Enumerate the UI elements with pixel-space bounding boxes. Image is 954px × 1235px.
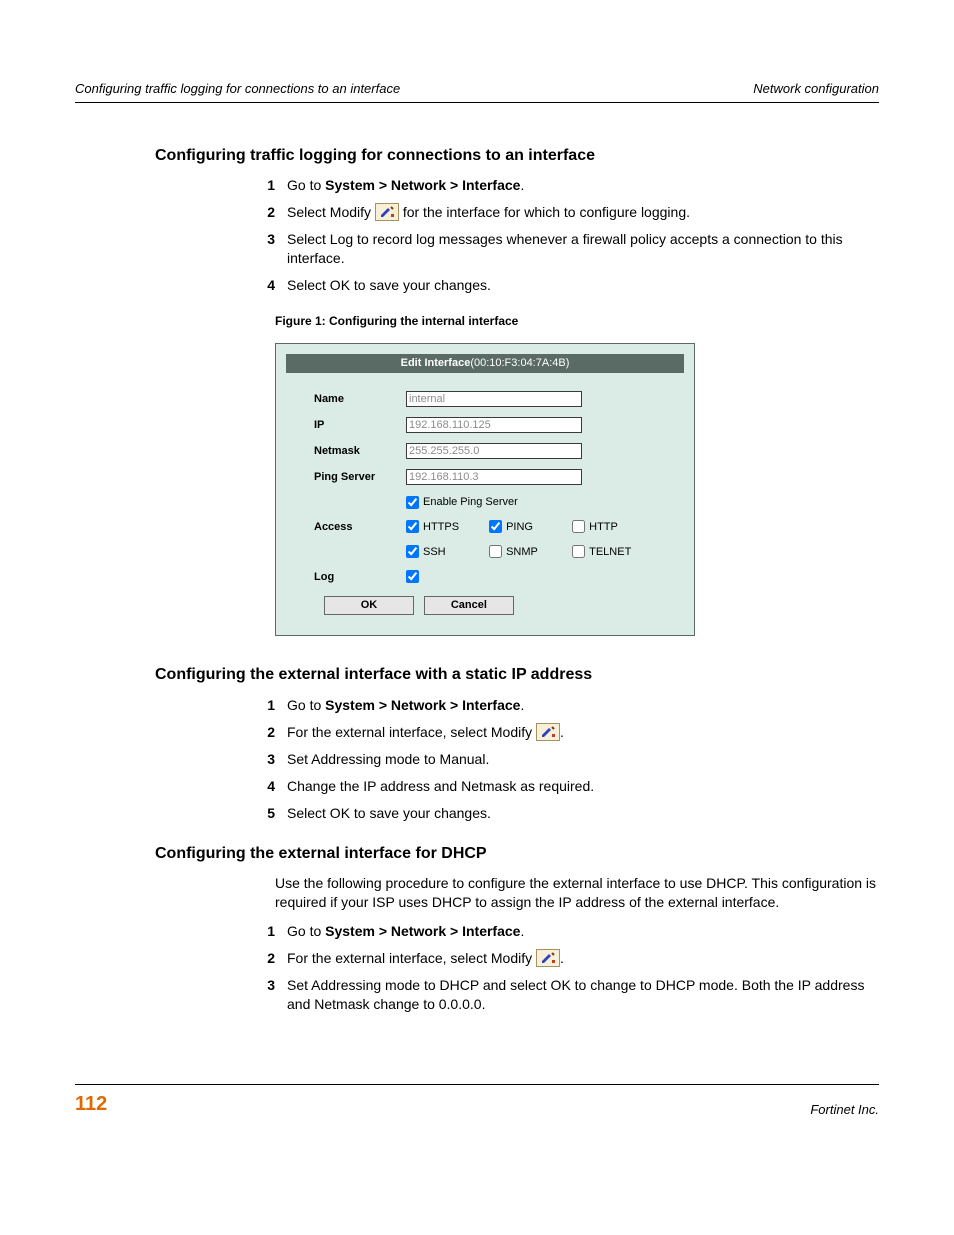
modify-icon <box>536 723 560 741</box>
running-header-right: Network configuration <box>753 80 879 98</box>
step: 1 Go to System > Network > Interface. <box>245 176 879 195</box>
label-name: Name <box>314 392 406 407</box>
step-number: 2 <box>245 949 287 968</box>
step-number: 4 <box>245 777 287 796</box>
snmp-checkbox[interactable] <box>489 545 502 558</box>
ping-checkbox[interactable] <box>489 520 502 533</box>
step-number: 2 <box>245 723 287 742</box>
step-body: Select Modify for the interface for whic… <box>287 203 879 222</box>
log-checkbox[interactable] <box>406 570 419 583</box>
page-number: 112 <box>75 1091 107 1118</box>
step-number: 1 <box>245 922 287 941</box>
step-list-1: 1 Go to System > Network > Interface. 2 … <box>245 176 879 295</box>
section-title-static-ip: Configuring the external interface with … <box>155 664 879 686</box>
nav-path: System > Network > Interface <box>325 177 520 193</box>
telnet-checkbox[interactable] <box>572 545 585 558</box>
label-ip: IP <box>314 418 406 433</box>
section-title-traffic-logging: Configuring traffic logging for connecti… <box>155 145 879 167</box>
telnet-label: TELNET <box>589 546 631 558</box>
step: 2 For the external interface, select Mod… <box>245 949 879 968</box>
http-label: HTTP <box>589 521 618 533</box>
ip-field[interactable] <box>406 417 582 433</box>
step-number: 5 <box>245 804 287 823</box>
ssh-checkbox[interactable] <box>406 545 419 558</box>
nav-path: System > Network > Interface <box>325 923 520 939</box>
name-field[interactable] <box>406 391 582 407</box>
label-log: Log <box>314 570 406 585</box>
https-label: HTTPS <box>423 521 459 533</box>
step: 3 Select Log to record log messages when… <box>245 230 879 268</box>
step-body: Select Log to record log messages whenev… <box>287 230 879 268</box>
step: 4 Change the IP address and Netmask as r… <box>245 777 879 796</box>
step-number: 1 <box>245 696 287 715</box>
step-number: 2 <box>245 203 287 222</box>
step-number: 3 <box>245 976 287 1014</box>
step: 2 For the external interface, select Mod… <box>245 723 879 742</box>
step-body: Change the IP address and Netmask as req… <box>287 777 879 796</box>
step-body: Select OK to save your changes. <box>287 804 879 823</box>
step-body: Set Addressing mode to DHCP and select O… <box>287 976 879 1014</box>
label-ping-server: Ping Server <box>314 470 406 485</box>
running-header-left: Configuring traffic logging for connecti… <box>75 80 400 98</box>
step: 3 Set Addressing mode to DHCP and select… <box>245 976 879 1014</box>
footer-company: Fortinet Inc. <box>810 1101 879 1119</box>
step: 5 Select OK to save your changes. <box>245 804 879 823</box>
step-body: Set Addressing mode to Manual. <box>287 750 879 769</box>
step: 1 Go to System > Network > Interface. <box>245 922 879 941</box>
enable-ping-server-checkbox[interactable] <box>406 496 419 509</box>
ping-label: PING <box>506 521 533 533</box>
step: 1 Go to System > Network > Interface. <box>245 696 879 715</box>
step: 4 Select OK to save your changes. <box>245 276 879 295</box>
label-netmask: Netmask <box>314 444 406 459</box>
label-access: Access <box>314 520 406 535</box>
step-list-2: 1 Go to System > Network > Interface. 2 … <box>245 696 879 823</box>
step: 2 Select Modify for the interface for wh… <box>245 203 879 222</box>
step-number: 3 <box>245 230 287 268</box>
cancel-button[interactable]: Cancel <box>424 596 514 615</box>
enable-ping-server-label: Enable Ping Server <box>423 496 518 508</box>
section-title-dhcp: Configuring the external interface for D… <box>155 843 879 865</box>
running-header: Configuring traffic logging for connecti… <box>75 80 879 103</box>
dhcp-intro: Use the following procedure to configure… <box>275 874 879 912</box>
step-body: Select OK to save your changes. <box>287 276 879 295</box>
ok-button[interactable]: OK <box>324 596 414 615</box>
figure-caption: Figure 1: Configuring the internal inter… <box>275 313 879 329</box>
snmp-label: SNMP <box>506 546 538 558</box>
step-body: Go to System > Network > Interface. <box>287 696 879 715</box>
step-number: 1 <box>245 176 287 195</box>
step-number: 4 <box>245 276 287 295</box>
figure-edit-interface: Edit Interface(00:10:F3:04:7A:4B) Name I… <box>275 343 695 636</box>
nav-path: System > Network > Interface <box>325 697 520 713</box>
https-checkbox[interactable] <box>406 520 419 533</box>
ssh-label: SSH <box>423 546 446 558</box>
figure-title-mac: (00:10:F3:04:7A:4B) <box>470 357 569 369</box>
modify-icon <box>536 949 560 967</box>
step-body: Go to System > Network > Interface. <box>287 176 879 195</box>
step: 3 Set Addressing mode to Manual. <box>245 750 879 769</box>
netmask-field[interactable] <box>406 443 582 459</box>
footer: 112 Fortinet Inc. <box>75 1084 879 1118</box>
step-list-3: 1 Go to System > Network > Interface. 2 … <box>245 922 879 1014</box>
step-number: 3 <box>245 750 287 769</box>
http-checkbox[interactable] <box>572 520 585 533</box>
figure-titlebar: Edit Interface(00:10:F3:04:7A:4B) <box>286 354 684 373</box>
step-body: For the external interface, select Modif… <box>287 723 879 742</box>
ping-server-field[interactable] <box>406 469 582 485</box>
figure-title-label: Edit Interface <box>401 357 471 369</box>
step-body: Go to System > Network > Interface. <box>287 922 879 941</box>
step-body: For the external interface, select Modif… <box>287 949 879 968</box>
modify-icon <box>375 203 399 221</box>
